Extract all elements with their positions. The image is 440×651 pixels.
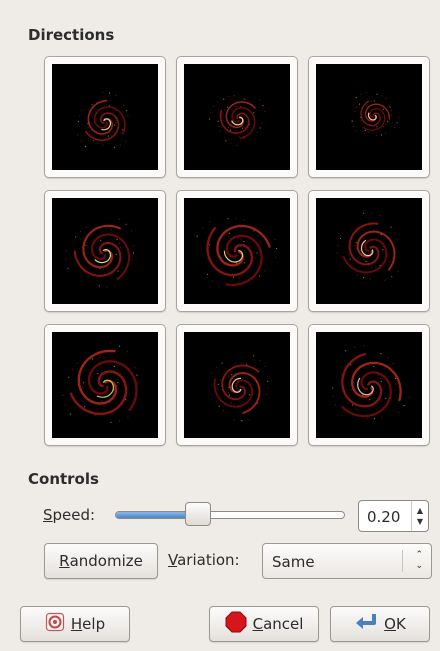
direction-preview-6[interactable] — [308, 190, 430, 312]
chevron-updown-icon: ⌃ ⌄ — [415, 550, 423, 571]
flame-preview-image — [316, 198, 422, 304]
speed-value[interactable]: 0.20 — [367, 508, 400, 526]
spin-arrows[interactable]: ▲ ▼ — [411, 501, 428, 531]
ok-button[interactable]: OK — [330, 606, 430, 642]
flame-preview-image — [316, 332, 422, 438]
help-icon — [45, 612, 65, 636]
directions-heading: Directions — [28, 26, 115, 44]
flame-preview-image — [184, 198, 290, 304]
flame-preview-image — [52, 198, 158, 304]
randomize-button[interactable]: Randomize — [44, 543, 158, 579]
direction-preview-8[interactable] — [176, 324, 298, 446]
direction-preview-7[interactable] — [44, 324, 166, 446]
direction-preview-1[interactable] — [44, 56, 166, 178]
cancel-button[interactable]: Cancel — [209, 606, 319, 642]
direction-preview-9[interactable] — [308, 324, 430, 446]
speed-slider-handle[interactable] — [184, 502, 211, 526]
speed-label: Speed: — [43, 506, 96, 524]
speed-spinbutton[interactable]: 0.20 ▲ ▼ — [358, 500, 429, 532]
speed-slider[interactable] — [115, 511, 345, 519]
variation-dropdown[interactable]: Same ⌃ ⌄ — [262, 543, 432, 579]
help-button[interactable]: Help — [20, 606, 130, 642]
flame-preview-image — [184, 332, 290, 438]
variation-selected: Same — [272, 553, 315, 571]
flame-preview-image — [52, 64, 158, 170]
controls-heading: Controls — [28, 470, 99, 488]
stop-icon — [225, 611, 247, 637]
ok-arrow-icon — [354, 612, 378, 636]
direction-preview-2[interactable] — [176, 56, 298, 178]
spin-up-icon[interactable]: ▲ — [417, 505, 423, 516]
variation-label: Variation: — [168, 551, 240, 569]
direction-preview-4[interactable] — [44, 190, 166, 312]
spin-down-icon[interactable]: ▼ — [417, 516, 423, 527]
flame-preview-image — [52, 332, 158, 438]
flame-preview-image — [316, 64, 422, 170]
direction-preview-center[interactable] — [176, 190, 298, 312]
flame-preview-image — [184, 64, 290, 170]
direction-preview-3[interactable] — [308, 56, 430, 178]
